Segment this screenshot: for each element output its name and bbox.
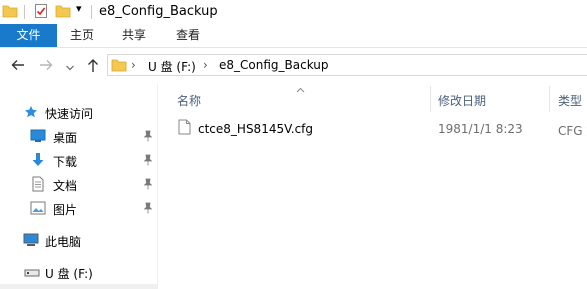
properties-icon[interactable] [33, 3, 49, 19]
pin-icon[interactable] [143, 130, 153, 142]
file-name[interactable]: ctce8_HS8145V.cfg [198, 122, 313, 136]
pin-icon[interactable] [143, 178, 153, 190]
download-icon [31, 152, 45, 171]
document-icon [31, 176, 45, 195]
tab-view[interactable]: 查看 [160, 24, 216, 47]
recent-locations-chevron-icon[interactable] [65, 61, 81, 79]
nav-label: 文档 [53, 179, 78, 193]
breadcrumb-separator[interactable]: › [203, 58, 208, 72]
scrollbar[interactable] [0, 284, 157, 289]
column-divider[interactable] [430, 86, 431, 112]
column-header-type[interactable]: 类型 [558, 92, 582, 109]
back-arrow-icon[interactable] [10, 58, 26, 76]
up-arrow-icon[interactable] [86, 57, 102, 75]
ribbon-tabs: 文件 主页 共享 查看 [0, 24, 587, 48]
new-folder-icon[interactable] [55, 3, 71, 19]
computer-icon [23, 233, 39, 250]
star-icon [24, 105, 38, 122]
nav-label: 快速访问 [45, 107, 94, 121]
tab-file[interactable]: 文件 [0, 24, 57, 47]
folder-icon [111, 58, 127, 75]
nav-label: 下载 [53, 155, 78, 169]
breadcrumb-folder[interactable]: e8_Config_Backup [219, 58, 329, 72]
window-title: e8_Config_Backup [99, 4, 218, 19]
column-header-name[interactable]: 名称 [177, 92, 201, 109]
file-icon [178, 119, 191, 138]
file-type: CFG 文 [558, 124, 587, 138]
folder-icon[interactable] [2, 3, 18, 19]
sort-ascending-icon [296, 82, 305, 96]
breadcrumb-drive[interactable]: U 盘 (F:) [148, 58, 196, 75]
nav-label: U 盘 (F:) [45, 267, 93, 281]
nav-label: 此电脑 [45, 235, 82, 249]
customize-quick-access-icon[interactable]: ▾ [76, 2, 82, 18]
separator [91, 5, 92, 19]
pin-icon[interactable] [143, 154, 153, 166]
tab-share[interactable]: 共享 [108, 24, 160, 47]
pictures-icon [30, 201, 46, 218]
breadcrumb-separator[interactable]: › [131, 58, 136, 72]
title-bar: ▾ e8_Config_Backup [0, 0, 587, 24]
usb-drive-icon [24, 267, 40, 281]
separator [24, 5, 25, 19]
forward-arrow-icon[interactable] [38, 58, 54, 76]
file-modified: 1981/1/1 8:23 [438, 122, 523, 136]
pin-icon[interactable] [143, 202, 153, 214]
desktop-icon [30, 129, 46, 146]
nav-label: 桌面 [53, 131, 78, 145]
column-header-modified[interactable]: 修改日期 [438, 92, 486, 109]
column-divider[interactable] [549, 86, 550, 112]
nav-label: 图片 [53, 203, 78, 217]
tab-home[interactable]: 主页 [56, 24, 108, 47]
